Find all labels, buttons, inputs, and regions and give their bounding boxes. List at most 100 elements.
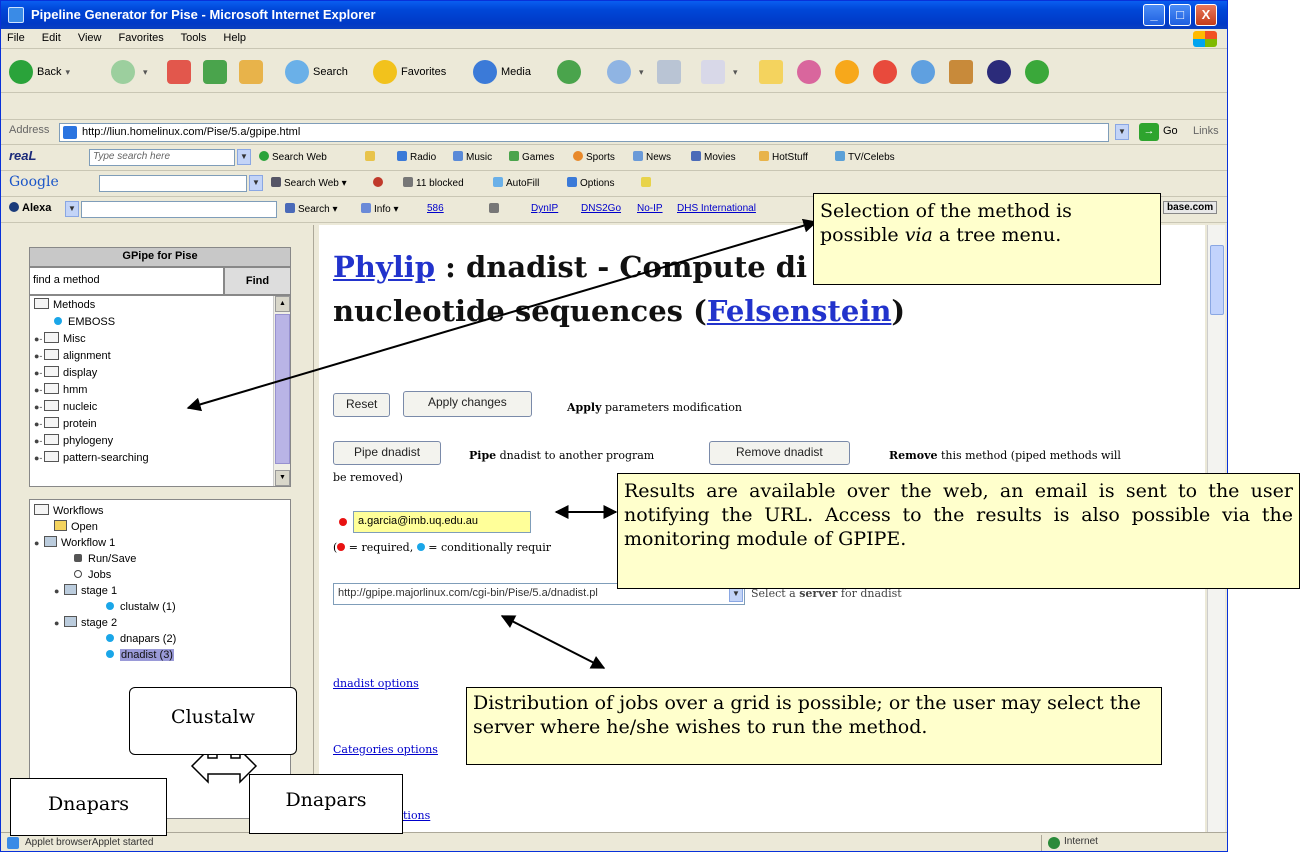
- back-button[interactable]: Back ▾: [9, 59, 74, 85]
- toolbar-hotstuff[interactable]: HotStuff: [759, 151, 808, 163]
- tree-item-protein[interactable]: ●- protein: [34, 417, 97, 431]
- content-scroll-thumb[interactable]: [1210, 245, 1224, 315]
- forward-dropdown-icon[interactable]: ▾: [143, 67, 148, 78]
- tree-item-display[interactable]: ●- display: [34, 366, 97, 380]
- addon3-button[interactable]: [949, 59, 977, 85]
- collapse-icon[interactable]: ●: [34, 536, 43, 550]
- stop-button[interactable]: [167, 59, 195, 85]
- tree-root-methods[interactable]: Methods: [34, 298, 95, 312]
- phylip-link[interactable]: Phylip: [333, 250, 435, 284]
- google-search-web-button[interactable]: Search Web ▾: [271, 177, 347, 189]
- alexa-badge[interactable]: base.com: [1163, 201, 1218, 214]
- apply-changes-button[interactable]: Apply changes: [403, 391, 532, 417]
- address-input[interactable]: http://liun.homelinux.com/Pise/5.a/gpipe…: [59, 123, 1109, 142]
- menu-tools[interactable]: Tools: [181, 32, 207, 44]
- tree-item-open[interactable]: Open: [54, 520, 98, 534]
- toolbar-games[interactable]: Games: [509, 151, 554, 163]
- addon4-button[interactable]: [987, 59, 1015, 85]
- search-button[interactable]: Search: [285, 59, 348, 85]
- tree-item-nucleic[interactable]: ●- nucleic: [34, 400, 97, 414]
- scroll-down-icon[interactable]: ▼: [275, 470, 290, 486]
- addon1-button[interactable]: [873, 59, 901, 85]
- toolbar-movies[interactable]: Movies: [691, 151, 736, 163]
- tree-item-misc[interactable]: ●- Misc: [34, 332, 86, 346]
- tree-item-pattern-searching[interactable]: ●- pattern-searching: [34, 451, 149, 465]
- tree-item-stage-1[interactable]: ● stage 1: [54, 584, 117, 598]
- toolbar-search-dropdown-icon[interactable]: ▼: [237, 149, 251, 165]
- collapse-icon[interactable]: ●: [54, 584, 63, 598]
- tree-item-jobs[interactable]: Jobs: [74, 568, 111, 582]
- tree-item-stage-2[interactable]: ● stage 2: [54, 616, 117, 630]
- link-noip[interactable]: No-IP: [637, 203, 663, 214]
- collapse-icon[interactable]: ●: [54, 616, 63, 630]
- expand-icon[interactable]: ●-: [34, 383, 43, 397]
- addon2-button[interactable]: [911, 59, 939, 85]
- back-dropdown-icon[interactable]: ▾: [65, 67, 70, 78]
- tree-item-dnadist[interactable]: dnadist (3): [106, 648, 174, 662]
- mail-button[interactable]: ▾: [607, 59, 648, 85]
- menu-view[interactable]: View: [78, 32, 102, 44]
- expand-icon[interactable]: ●-: [34, 417, 43, 431]
- address-dropdown-icon[interactable]: ▼: [1115, 124, 1129, 140]
- edit-dropdown-icon[interactable]: ▾: [733, 67, 738, 78]
- google-logo[interactable]: Google: [9, 174, 59, 190]
- alexa-rank-link[interactable]: 586: [427, 203, 444, 214]
- expand-icon[interactable]: ●-: [34, 366, 43, 380]
- dnadist-options-link[interactable]: dnadist options: [333, 677, 419, 690]
- addon5-button[interactable]: [1025, 59, 1053, 85]
- tree-item-dnapars[interactable]: dnapars (2): [106, 632, 176, 646]
- scroll-up-icon[interactable]: ▲: [275, 296, 290, 312]
- google-autofill[interactable]: AutoFill: [493, 177, 539, 189]
- close-button[interactable]: X: [1195, 4, 1217, 26]
- toolbar-sports[interactable]: Sports: [573, 151, 615, 163]
- find-method-input[interactable]: find a method: [29, 267, 224, 295]
- expand-icon[interactable]: ●-: [34, 434, 43, 448]
- mail-dropdown-icon[interactable]: ▾: [639, 67, 644, 78]
- folder-button[interactable]: [759, 59, 787, 85]
- toolbar-music[interactable]: Music: [453, 151, 492, 163]
- menu-edit[interactable]: Edit: [42, 32, 61, 44]
- print-button[interactable]: [657, 59, 685, 85]
- favorites-button[interactable]: Favorites: [373, 59, 446, 85]
- menu-file[interactable]: File: [7, 32, 25, 44]
- tree-root-workflows[interactable]: Workflows: [34, 504, 104, 518]
- toolbar-search-web-button[interactable]: Search Web: [259, 151, 327, 163]
- tree-item-emboss[interactable]: EMBOSS: [54, 315, 115, 329]
- scroll-thumb[interactable]: [275, 314, 290, 464]
- alexa-dropdown-icon[interactable]: ▼: [65, 201, 79, 217]
- home-button[interactable]: [239, 59, 267, 85]
- remove-dnadist-button[interactable]: Remove dnadist: [709, 441, 850, 465]
- link-dynip[interactable]: DynIP: [531, 203, 558, 214]
- go-label[interactable]: Go: [1163, 125, 1178, 137]
- google-popup-blocker[interactable]: 11 blocked: [403, 177, 464, 189]
- smiley-button[interactable]: [835, 59, 863, 85]
- felsenstein-link[interactable]: Felsenstein: [707, 294, 892, 328]
- toolbar-news[interactable]: News: [633, 151, 671, 163]
- toolbar-search-input[interactable]: Type search here: [89, 149, 235, 166]
- google-search-dropdown-icon[interactable]: ▼: [249, 175, 263, 191]
- reset-button[interactable]: Reset: [333, 393, 391, 417]
- categories-options-link[interactable]: Categories options: [333, 743, 438, 756]
- tree-item-hmm[interactable]: ●- hmm: [34, 383, 87, 397]
- minimize-button[interactable]: _: [1143, 4, 1165, 26]
- pipe-dnadist-button[interactable]: Pipe dnadist: [333, 441, 442, 465]
- link-dns2go[interactable]: DNS2Go: [581, 203, 621, 214]
- alexa-info-button[interactable]: Info ▾: [361, 203, 399, 215]
- expand-icon[interactable]: ●-: [34, 332, 43, 346]
- expand-icon[interactable]: ●-: [34, 451, 43, 465]
- find-button[interactable]: Find: [224, 267, 291, 295]
- forward-button[interactable]: ▾: [111, 59, 152, 85]
- tree-item-workflow-1[interactable]: ● Workflow 1: [34, 536, 115, 550]
- toolbar-pencil-button[interactable]: [365, 151, 378, 163]
- edit-button[interactable]: ▾: [701, 59, 742, 85]
- alexa-nav-button[interactable]: [489, 203, 502, 215]
- toolbar-radio[interactable]: Radio: [397, 151, 436, 163]
- expand-icon[interactable]: ●-: [34, 400, 43, 414]
- alexa-logo[interactable]: Alexa: [9, 202, 51, 214]
- google-pagerank[interactable]: [373, 177, 386, 189]
- methods-scrollbar[interactable]: ▲ ▼: [273, 296, 290, 486]
- google-options[interactable]: Options: [567, 177, 614, 189]
- go-button[interactable]: →: [1139, 123, 1159, 141]
- link-dhs[interactable]: DHS International: [677, 203, 756, 214]
- tree-item-run-save[interactable]: Run/Save: [74, 552, 136, 566]
